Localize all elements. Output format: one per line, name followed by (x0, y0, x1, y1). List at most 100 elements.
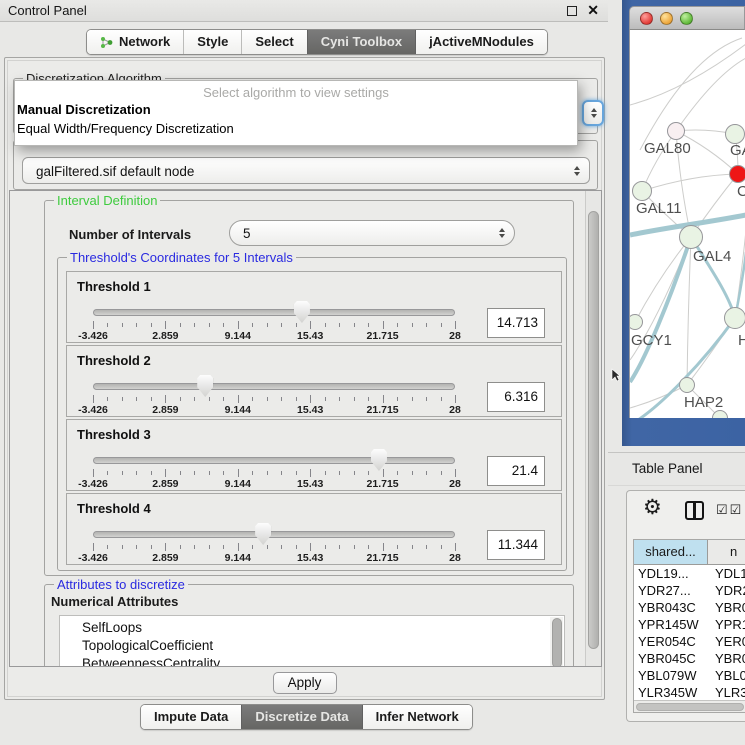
column-header-shared[interactable]: shared... (634, 540, 708, 564)
network-node-gal80[interactable] (667, 122, 685, 140)
cell-shared-name[interactable]: YBR043C (634, 599, 708, 616)
cell-name[interactable]: YBR0 (708, 599, 745, 616)
slider-tick (397, 545, 398, 549)
slider-thumb[interactable] (255, 523, 271, 545)
cell-shared-name[interactable]: YLR345W (634, 684, 708, 701)
table-row[interactable]: YDL19...YDL1 (634, 565, 745, 582)
horizontal-scrollbar[interactable] (634, 700, 745, 712)
threshold-value-field[interactable]: 11.344 (487, 530, 545, 560)
scrollbar-thumb[interactable] (552, 618, 562, 667)
table-row[interactable]: YBR045CYBR0 (634, 650, 745, 667)
slider-tick (310, 321, 311, 329)
split-columns-icon[interactable] (685, 501, 704, 520)
slider-thumb[interactable] (197, 375, 213, 397)
network-node-hap2[interactable] (679, 377, 695, 393)
network-node-ga[interactable] (725, 124, 745, 144)
stepper-icon (574, 166, 580, 176)
thresholds-coordinates-group: Threshold's Coordinates for 5 Intervals … (57, 257, 567, 571)
slider-tick (122, 471, 123, 475)
cell-shared-name[interactable]: YDR27... (634, 582, 708, 599)
cell-shared-name[interactable]: YBR045C (634, 650, 708, 667)
tab-impute-data[interactable]: Impute Data (141, 705, 241, 729)
tab-select[interactable]: Select (241, 30, 306, 54)
network-node-h[interactable] (724, 307, 745, 329)
network-window-titlebar[interactable] (629, 6, 745, 30)
cell-shared-name[interactable]: YDL19... (634, 565, 708, 582)
cell-shared-name[interactable]: YPR145W (634, 616, 708, 633)
cell-name[interactable]: YDL1 (708, 565, 745, 582)
cell-name[interactable]: YBR0 (708, 650, 745, 667)
cell-shared-name[interactable]: YER054C (634, 633, 708, 650)
scrollbar-thumb[interactable] (588, 211, 599, 649)
table-panel: ⚙ ☑☑ shared... n YDL19...YDL1YDR27...YDR… (626, 490, 745, 722)
network-node-c[interactable] (729, 165, 745, 183)
network-node-gal4[interactable] (679, 225, 703, 249)
traffic-light-minimize-icon[interactable] (660, 12, 673, 25)
settings-gear-icon[interactable]: ⚙ (643, 495, 662, 520)
table-row[interactable]: YDR27...YDR2 (634, 582, 745, 599)
tab-cyni-toolbox[interactable]: Cyni Toolbox (307, 30, 415, 54)
cell-name[interactable]: YLR3 (708, 684, 745, 701)
tick-label: 21.715 (367, 404, 399, 416)
column-header-name[interactable]: n (708, 540, 745, 564)
table-row[interactable]: YPR145WYPR1 (634, 616, 745, 633)
cell-name[interactable]: YPR1 (708, 616, 745, 633)
tab-style[interactable]: Style (183, 30, 241, 54)
slider-tick (267, 545, 268, 549)
table-row[interactable]: YER054CYER0 (634, 633, 745, 650)
apply-button[interactable]: Apply (273, 672, 337, 694)
cell-shared-name[interactable]: YBL079W (634, 667, 708, 684)
checkbox-icons[interactable]: ☑☑ (716, 502, 743, 518)
slider-tick (296, 397, 297, 401)
attribute-item-selfloops[interactable]: SelfLoops (60, 619, 564, 637)
slider-track[interactable] (93, 531, 455, 538)
slider-tick (194, 323, 195, 327)
table-row[interactable]: YBR043CYBR0 (634, 599, 745, 616)
cell-name[interactable]: YER0 (708, 633, 745, 650)
slider-track[interactable] (93, 383, 455, 390)
algorithm-option-equal-width-frequency-discretization[interactable]: Equal Width/Frequency Discretization (15, 119, 577, 138)
numerical-attributes-list[interactable]: SelfLoopsTopologicalCoefficientBetweenne… (59, 615, 565, 667)
vertical-scrollbar[interactable] (585, 191, 601, 666)
tick-label: -3.426 (78, 330, 108, 342)
threshold-value-field[interactable]: 21.4 (487, 456, 545, 486)
slider-tick (165, 321, 166, 329)
threshold-value-field[interactable]: 6.316 (487, 382, 545, 412)
slider-track[interactable] (93, 457, 455, 464)
slider-tick (107, 397, 108, 401)
tab-jactivemnodules[interactable]: jActiveMNodules (415, 30, 547, 54)
close-panel-button[interactable]: ✕ (587, 2, 599, 19)
tab-discretize-data[interactable]: Discretize Data (241, 705, 361, 729)
tick-label: 9.144 (225, 478, 251, 490)
cell-name[interactable]: YBL0 (708, 667, 745, 684)
attribute-item-topologicalcoefficient[interactable]: TopologicalCoefficient (60, 637, 564, 655)
tab-infer-network[interactable]: Infer Network (362, 705, 472, 729)
table-row[interactable]: YBL079WYBL0 (634, 667, 745, 684)
tick-label: 15.43 (297, 478, 323, 490)
attributes-list-scrollbar[interactable] (550, 617, 563, 667)
threshold-panel-3: Threshold 3-3.4262.8599.14415.4321.71528… (66, 419, 562, 491)
slider-thumb[interactable] (294, 301, 310, 323)
scrollbar-thumb[interactable] (636, 703, 744, 711)
algorithm-combo-focused[interactable] (582, 100, 604, 126)
traffic-light-close-icon[interactable] (640, 12, 653, 25)
table-row[interactable]: YLR345WYLR3 (634, 684, 745, 701)
attribute-item-betweennesscentrality[interactable]: BetweennessCentrality (60, 655, 564, 667)
slider-thumb[interactable] (371, 449, 387, 471)
traffic-light-zoom-icon[interactable] (680, 12, 693, 25)
algorithm-option-manual-discretization[interactable]: Manual Discretization (15, 100, 577, 119)
cell-name[interactable]: YDR2 (708, 582, 745, 599)
slider-tick (412, 471, 413, 475)
slider-tick (397, 397, 398, 401)
network-canvas[interactable]: GAL80GACGAL11GAL4GCY1HHAP2 (629, 30, 745, 418)
threshold-value-field[interactable]: 14.713 (487, 308, 545, 338)
tab-network[interactable]: Network (87, 30, 183, 54)
slider-tick (107, 545, 108, 549)
number-of-intervals-combo[interactable]: 5 (229, 220, 515, 246)
float-window-button[interactable] (567, 6, 577, 16)
slider-track[interactable] (93, 309, 455, 316)
network-node-gal11[interactable] (632, 181, 652, 201)
slider-tick (209, 323, 210, 327)
table-data-combo[interactable]: galFiltered.sif default node (22, 157, 590, 184)
slider-tick (223, 323, 224, 327)
